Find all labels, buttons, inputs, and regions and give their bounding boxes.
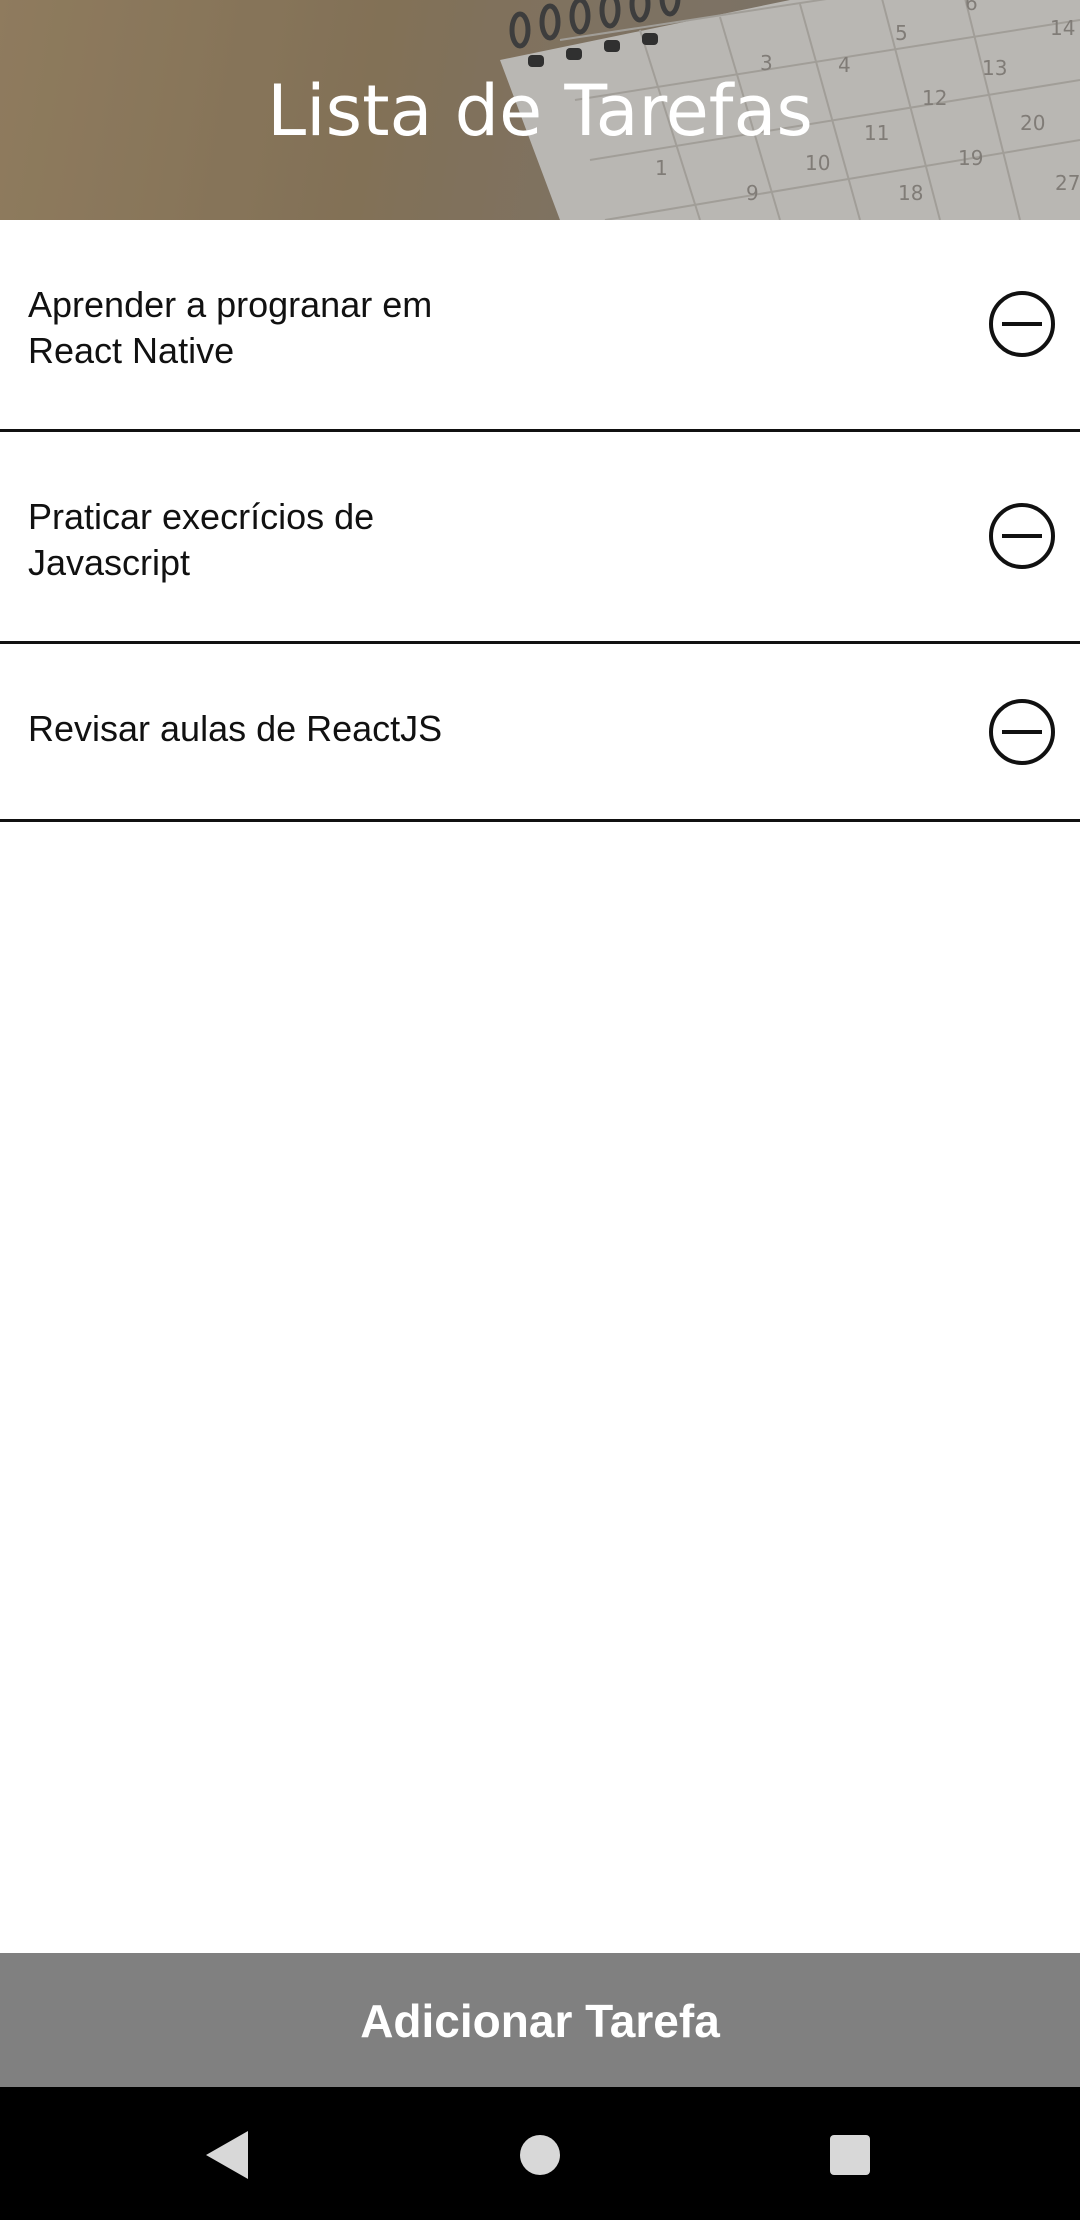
task-text-line: Javascript: [28, 542, 191, 583]
back-triangle-icon: [206, 2131, 248, 2179]
minus-circle-icon: [989, 503, 1055, 569]
remove-task-button[interactable]: [988, 502, 1056, 570]
home-circle-icon: [520, 2135, 560, 2175]
nav-recents-button[interactable]: [820, 2127, 880, 2183]
add-task-button[interactable]: Adicionar Tarefa: [0, 1953, 1080, 2087]
task-text-line: Aprender a progranar em: [28, 284, 433, 325]
task-text-line: Praticar execrícios de: [28, 496, 375, 537]
minus-circle-icon: [989, 699, 1055, 765]
task-text: Praticar execrícios de Javascript: [28, 494, 508, 586]
remove-task-button[interactable]: [988, 698, 1056, 766]
task-text-line: Revisar aulas de ReactJS: [28, 708, 443, 749]
task-text-line: React Native: [28, 330, 235, 371]
recents-square-icon: [830, 2135, 870, 2175]
minus-circle-icon: [989, 291, 1055, 357]
task-item: Aprender a progranar em React Native: [0, 220, 1080, 432]
page-title: Lista de Tarefas: [267, 70, 813, 152]
task-item: Revisar aulas de ReactJS: [0, 644, 1080, 822]
system-nav-bar: [0, 2087, 1080, 2220]
task-text: Revisar aulas de ReactJS: [28, 706, 508, 752]
task-text: Aprender a progranar em React Native: [28, 282, 508, 374]
task-list: Aprender a progranar em React Native Pra…: [0, 220, 1080, 822]
remove-task-button[interactable]: [988, 290, 1056, 358]
header: 1 9 3 10 4 11 18 5 12 19 13 20 14 27 6 L…: [0, 0, 1080, 220]
nav-home-button[interactable]: [510, 2127, 570, 2183]
nav-back-button[interactable]: [200, 2127, 260, 2183]
task-item: Praticar execrícios de Javascript: [0, 432, 1080, 644]
